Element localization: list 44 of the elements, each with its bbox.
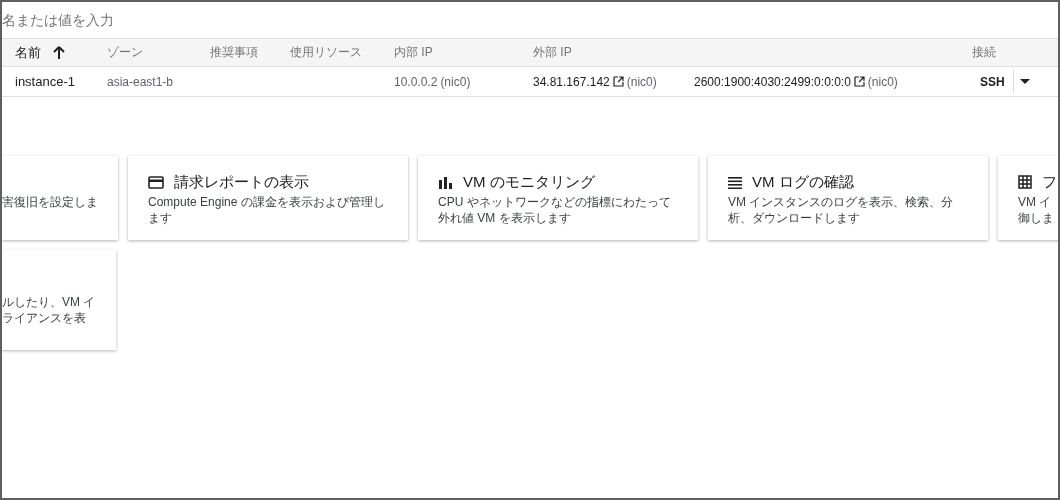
card-description: 御しま [1018, 210, 1055, 226]
column-header[interactable]: 外部 IP [533, 44, 572, 61]
column-header[interactable]: 推奨事項 [210, 44, 258, 61]
list-icon [728, 175, 742, 189]
table-cell: asia-east1-b [107, 74, 174, 89]
card-title: 請求レポートの表示 [174, 172, 309, 192]
grid-icon [1018, 175, 1032, 189]
column-header[interactable]: 内部 IP [394, 44, 433, 61]
card-description: ルしたり、VM イ [2, 294, 96, 310]
card-description: ます [148, 210, 173, 226]
card-description: Compute Engine の課金を表示および管理し [148, 194, 386, 210]
external-link-icon [612, 76, 624, 87]
card-description: VM インスタンスのログを表示、検索、分 [728, 194, 955, 210]
card-title: VM ログの確認 [752, 172, 854, 192]
ssh-button[interactable]: SSH [972, 69, 1014, 94]
card-description: CPU やネットワークなどの指標にわたって [438, 194, 672, 210]
external-ip-link[interactable]: 2600:1900:4030:2499:0:0:0:0 [694, 74, 851, 89]
column-header[interactable]: 名前 [15, 43, 41, 62]
action-card[interactable]: VM のモニタリング CPU やネットワークなどの指標にわたって 外れ値 VM を表示します [418, 156, 698, 240]
card-title: フ [1042, 172, 1057, 192]
action-card[interactable]: ルしたり、VM イ ライアンスを表 [2, 250, 116, 350]
table-cell: 10.0.0.2 [394, 74, 438, 89]
column-header[interactable]: 使用リソース [290, 44, 362, 61]
card-description: VM イ [1018, 194, 1053, 210]
action-card[interactable]: フ VM イ 御しま [998, 156, 1058, 240]
nic-label: (nic0) [440, 74, 471, 89]
card-description: 析、ダウンロードします [728, 210, 861, 226]
caret-down-icon [1019, 79, 1030, 84]
card-icon [148, 175, 164, 189]
instance-name-link[interactable]: instance-1 [15, 74, 75, 89]
nic-label: (nic0) [867, 74, 898, 89]
bar-chart-icon [438, 175, 453, 189]
card-description: 害復旧を設定しま [2, 194, 98, 210]
card-description: 外れ値 VM を表示します [438, 210, 572, 226]
action-card[interactable]: VM ログの確認 VM インスタンスのログを表示、検索、分 析、ダウンロードします [708, 156, 988, 240]
action-card[interactable]: 害復旧を設定しま [2, 156, 118, 240]
card-description: ライアンスを表 [2, 310, 87, 326]
column-header[interactable]: 接続 [972, 44, 996, 61]
card-title: VM のモニタリング [463, 172, 595, 192]
action-card[interactable]: 請求レポートの表示 Compute Engine の課金を表示および管理し ます [128, 156, 408, 240]
nic-label: (nic0) [626, 74, 657, 89]
external-link-icon [853, 76, 865, 87]
external-ip-link[interactable]: 34.81.167.142 [533, 74, 610, 89]
column-header[interactable]: ゾーン [107, 44, 143, 61]
